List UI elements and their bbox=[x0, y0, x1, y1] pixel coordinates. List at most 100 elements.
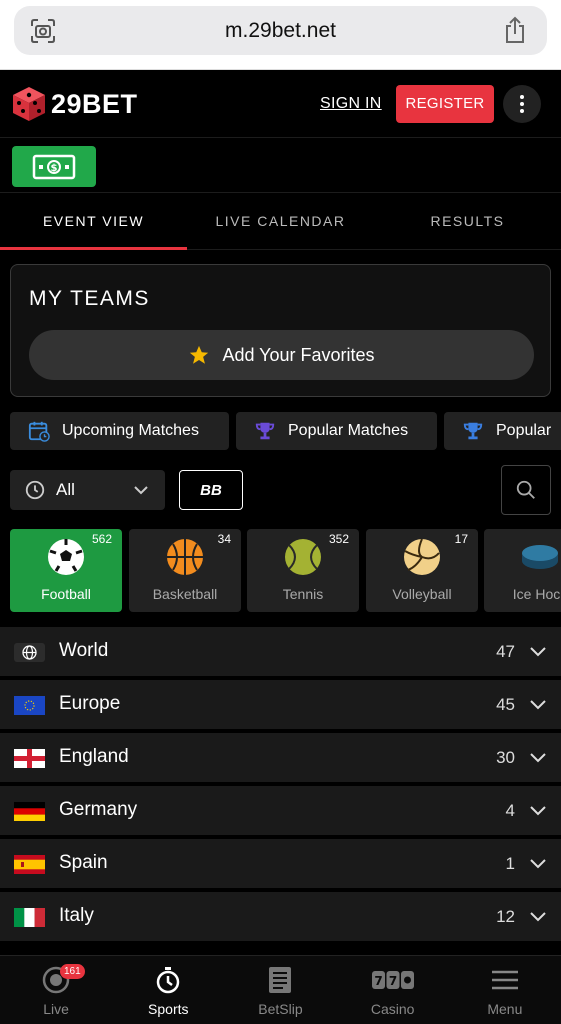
sport-ice-hockey[interactable]: Ice Hock bbox=[484, 529, 561, 612]
nav-casino[interactable]: 7 7 Casino bbox=[337, 956, 449, 1024]
deposit-row: $ bbox=[0, 138, 561, 193]
search-button[interactable] bbox=[501, 465, 551, 515]
deposit-button[interactable]: $ bbox=[12, 146, 96, 187]
sport-count: 352 bbox=[328, 532, 349, 546]
clock-icon bbox=[25, 480, 45, 500]
region-count: 45 bbox=[496, 695, 515, 714]
sport-volleyball[interactable]: 17 Volleyball bbox=[366, 529, 478, 612]
region-spain[interactable]: Spain 1 bbox=[0, 839, 561, 890]
sport-tennis[interactable]: 352 Tennis bbox=[247, 529, 359, 612]
chevron-down-icon bbox=[530, 912, 546, 922]
region-germany[interactable]: Germany 4 bbox=[0, 786, 561, 837]
chevron-down-icon bbox=[530, 859, 546, 869]
italy-flag-icon bbox=[14, 908, 45, 927]
region-count: 47 bbox=[496, 642, 515, 661]
sport-label: Basketball bbox=[152, 586, 218, 602]
football-icon bbox=[48, 539, 84, 575]
spain-flag-icon bbox=[14, 855, 45, 874]
stopwatch-icon bbox=[157, 967, 180, 994]
eu-flag-icon bbox=[14, 696, 45, 715]
live-count-badge: 161 bbox=[60, 964, 85, 979]
globe-icon bbox=[14, 643, 45, 662]
region-world[interactable]: World 47 bbox=[0, 627, 561, 678]
match-chips: Upcoming Matches Popular Matches Popular bbox=[10, 412, 561, 450]
chip-label: Popular Matches bbox=[288, 422, 409, 439]
popular-chip[interactable]: Popular bbox=[444, 412, 561, 450]
england-flag-icon bbox=[14, 749, 45, 768]
sport-label: Volleyball bbox=[392, 586, 452, 602]
sport-label: Ice Hock bbox=[512, 586, 561, 602]
more-menu-button[interactable] bbox=[503, 85, 541, 123]
star-icon bbox=[190, 345, 209, 364]
cash-icon: $ bbox=[32, 154, 76, 179]
url-bar[interactable]: m.29bet.net bbox=[14, 6, 547, 55]
bet-builder-button[interactable]: BB bbox=[179, 470, 243, 510]
chevron-down-icon bbox=[530, 647, 546, 657]
nav-label: BetSlip bbox=[258, 1001, 303, 1017]
nav-live[interactable]: 161 Live bbox=[0, 956, 112, 1024]
chevron-down-icon bbox=[134, 486, 148, 495]
browser-bar: m.29bet.net bbox=[0, 0, 561, 70]
region-italy[interactable]: Italy 12 bbox=[0, 892, 561, 943]
trophy-icon bbox=[463, 422, 483, 440]
sign-in-link[interactable]: SIGN IN bbox=[320, 95, 382, 113]
sport-basketball[interactable]: 34 Basketball bbox=[129, 529, 241, 612]
trophy-icon bbox=[255, 422, 275, 440]
time-filter-value: All bbox=[56, 480, 75, 499]
hamburger-menu-icon bbox=[491, 970, 518, 990]
region-list: World 47 Europe 45 England 30 Germany 4 … bbox=[0, 627, 561, 945]
tab-event-view[interactable]: EVENT VIEW bbox=[0, 193, 187, 250]
nav-label: Live bbox=[43, 1001, 69, 1017]
add-favorites-button[interactable]: Add Your Favorites bbox=[29, 330, 534, 380]
my-teams-title: MY TEAMS bbox=[29, 287, 150, 310]
chevron-down-icon bbox=[530, 700, 546, 710]
share-icon[interactable] bbox=[503, 16, 527, 44]
region-name: Italy bbox=[59, 905, 94, 926]
nav-menu[interactable]: Menu bbox=[449, 956, 561, 1024]
site-header: 29BET SIGN IN REGISTER bbox=[0, 70, 561, 138]
search-icon bbox=[516, 480, 535, 499]
nav-label: Sports bbox=[148, 1001, 189, 1017]
ice-hockey-puck-icon bbox=[522, 545, 558, 569]
basketball-icon bbox=[167, 539, 203, 575]
region-name: Europe bbox=[59, 693, 121, 714]
calendar-icon bbox=[28, 421, 50, 442]
nav-label: Casino bbox=[370, 1001, 415, 1017]
upcoming-matches-chip[interactable]: Upcoming Matches bbox=[10, 412, 229, 450]
region-name: Spain bbox=[59, 852, 108, 873]
slot-machine-icon: 7 7 bbox=[371, 971, 414, 989]
event-tabs: EVENT VIEW LIVE CALENDAR RESULTS bbox=[0, 193, 561, 250]
region-count: 4 bbox=[505, 801, 515, 820]
nav-sports[interactable]: Sports bbox=[112, 956, 224, 1024]
time-filter-select[interactable]: All bbox=[10, 470, 165, 510]
sport-football[interactable]: 562 Football bbox=[10, 529, 122, 612]
chip-label: Popular bbox=[496, 422, 552, 439]
my-teams-panel: MY TEAMS Add Your Favorites bbox=[10, 264, 551, 397]
region-name: England bbox=[59, 746, 129, 767]
sport-count: 17 bbox=[454, 532, 468, 546]
region-name: Germany bbox=[59, 799, 138, 820]
chip-label: Upcoming Matches bbox=[62, 422, 199, 439]
nav-betslip[interactable]: BetSlip bbox=[224, 956, 336, 1024]
tab-results[interactable]: RESULTS bbox=[374, 193, 561, 249]
volleyball-icon bbox=[404, 538, 440, 575]
region-count: 30 bbox=[496, 748, 515, 767]
svg-text:7: 7 bbox=[374, 974, 382, 988]
chevron-down-icon bbox=[530, 753, 546, 763]
logo[interactable]: 29BET bbox=[12, 86, 138, 122]
sport-label: Football bbox=[41, 586, 91, 602]
germany-flag-icon bbox=[14, 802, 45, 821]
region-europe[interactable]: Europe 45 bbox=[0, 680, 561, 731]
popular-matches-chip[interactable]: Popular Matches bbox=[236, 412, 437, 450]
tennis-ball-icon bbox=[285, 539, 321, 575]
register-button[interactable]: REGISTER bbox=[396, 85, 494, 123]
svg-text:$: $ bbox=[51, 163, 58, 174]
nav-label: Menu bbox=[487, 1001, 523, 1017]
brand-name: 29BET bbox=[51, 88, 138, 119]
tab-live-calendar[interactable]: LIVE CALENDAR bbox=[187, 193, 374, 249]
region-count: 12 bbox=[496, 907, 515, 926]
add-favorites-label: Add Your Favorites bbox=[222, 344, 375, 365]
svg-text:7: 7 bbox=[388, 974, 396, 988]
region-england[interactable]: England 30 bbox=[0, 733, 561, 784]
region-count: 1 bbox=[505, 854, 515, 873]
